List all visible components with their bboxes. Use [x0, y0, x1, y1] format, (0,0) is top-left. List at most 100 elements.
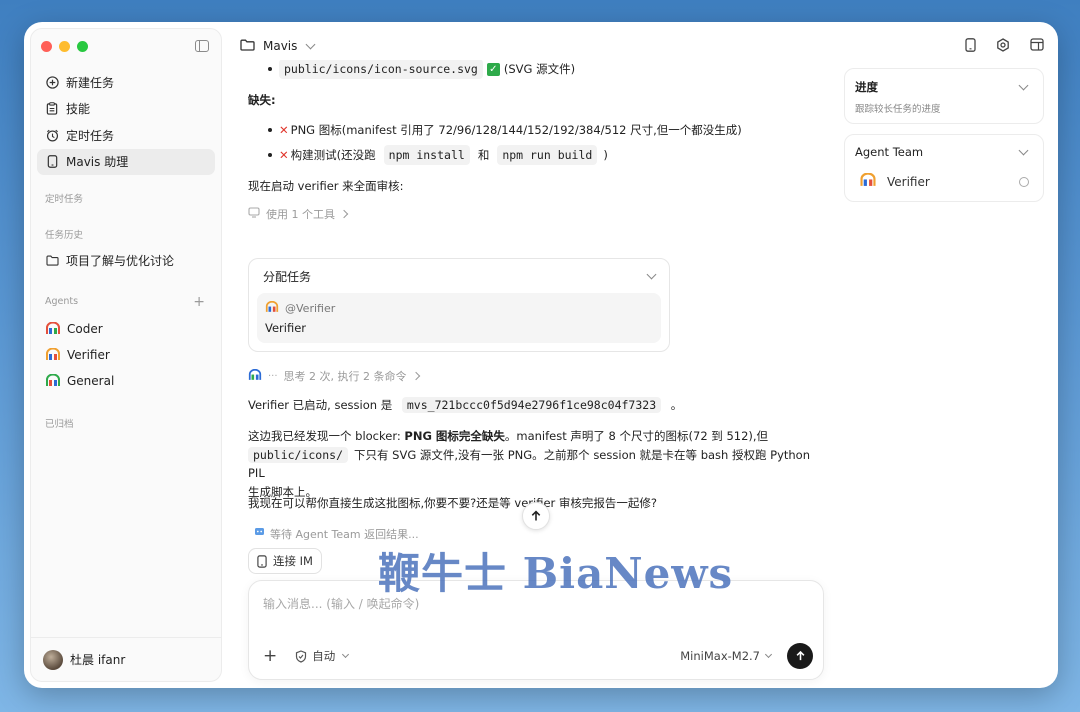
add-agent-icon[interactable]: +	[193, 294, 205, 310]
message-composer[interactable]: 输入消息... (输入 / 唤起命令) + 自动 MiniMax-M2.7	[248, 580, 824, 680]
agent-team-member[interactable]: Verifier	[855, 172, 1033, 190]
code-path: public/icons/	[248, 446, 349, 463]
message-text: Verifier 已启动, session 是 mvs_721bccc0f5d9…	[248, 397, 683, 413]
sidebar-item-skills[interactable]: 技能	[37, 96, 215, 122]
mode-label: 自动	[312, 649, 336, 663]
waiting-status: 等待 Agent Team 返回结果...	[254, 526, 419, 542]
agent-name: General	[67, 373, 115, 388]
agent-team-icon	[254, 527, 265, 542]
missing-label: 缺失:	[248, 93, 276, 107]
message-text: 我现在可以帮你直接生成这批图标,你要不要?还是等 verifier 审核完报告一…	[248, 496, 658, 510]
connect-im-button[interactable]: 连接 IM	[248, 548, 322, 574]
model-selector[interactable]: MiniMax-M2.7	[680, 649, 773, 663]
sidebar-item-label: 技能	[66, 102, 91, 116]
clipboard-icon	[45, 102, 59, 116]
sidebar-item-label: 新建任务	[66, 75, 115, 90]
arrow-up-icon	[531, 510, 541, 521]
close-window-button[interactable]	[41, 41, 52, 52]
agents-section-label: Agents +	[45, 293, 205, 310]
scheduled-section-label: 定时任务	[45, 194, 84, 205]
tool-icon	[248, 207, 260, 221]
agent-team-header[interactable]: Agent Team	[855, 145, 1033, 159]
code-command: npm install	[383, 145, 470, 165]
tools-used-label: 使用 1 个工具	[266, 208, 335, 221]
thinking-summary[interactable]: ··· 思考 2 次, 执行 2 条命令	[248, 368, 420, 384]
agent-team-panel: Agent Team Verifier	[844, 134, 1044, 202]
minimize-window-button[interactable]	[59, 41, 70, 52]
agent-name: Coder	[67, 321, 103, 336]
chevron-down-icon	[1018, 80, 1029, 90]
connect-im-label: 连接 IM	[273, 554, 313, 568]
archived-section-label: 已归档	[45, 418, 74, 430]
session-id: mvs_721bccc0f5d94e2796f1ce98c04f7323	[401, 397, 662, 413]
send-button[interactable]	[787, 643, 813, 669]
sidebar: 新建任务 技能 定时任务 Mavis 助理 定时任务 任务历史 项目了解与优化讨…	[30, 28, 222, 682]
progress-title: 进度	[855, 80, 878, 94]
user-name: 杜晨 ifanr	[70, 653, 126, 667]
chevron-down-icon	[646, 269, 657, 279]
model-label: MiniMax-M2.7	[680, 649, 760, 663]
cross-icon: ✕	[279, 148, 289, 162]
assign-task-detail: @Verifier Verifier	[257, 293, 661, 343]
phone-icon	[257, 554, 267, 568]
agent-item-coder[interactable]: Coder	[37, 316, 215, 342]
app-window: 新建任务 技能 定时任务 Mavis 助理 定时任务 任务历史 项目了解与优化讨…	[24, 22, 1058, 688]
agent-avatar-icon	[859, 172, 877, 190]
user-profile[interactable]: 杜晨 ifanr	[31, 637, 221, 681]
shield-icon	[296, 649, 307, 663]
avatar	[43, 649, 63, 670]
message-input[interactable]: 输入消息... (输入 / 唤起命令)	[263, 595, 419, 612]
scroll-to-top-button[interactable]	[522, 502, 550, 530]
sidebar-nav: 新建任务 技能 定时任务 Mavis 助理 定时任务 任务历史 项目了解与优化讨…	[37, 69, 215, 430]
assign-task-body: Verifier	[265, 321, 307, 335]
agent-team-member-name: Verifier	[887, 174, 930, 189]
add-attachment-icon[interactable]: +	[263, 647, 277, 665]
agent-name: Verifier	[67, 347, 110, 362]
status-circle-icon	[1019, 176, 1029, 187]
agent-item-general[interactable]: General	[37, 368, 215, 394]
agent-team-title: Agent Team	[855, 145, 924, 159]
missing-item-text: PNG 图标(manifest 引用了 72/96/128/144/152/19…	[290, 123, 742, 137]
sidebar-item-label: 定时任务	[66, 128, 115, 143]
history-item[interactable]: 项目了解与优化讨论	[37, 247, 215, 273]
toggle-sidebar-icon[interactable]	[195, 40, 209, 52]
progress-panel: 进度 跟踪较长任务的进度	[844, 68, 1044, 124]
project-selector[interactable]: Mavis	[240, 39, 316, 54]
chevron-down-icon	[764, 650, 773, 659]
waiting-label: 等待 Agent Team 返回结果...	[270, 528, 419, 541]
chevron-right-icon	[411, 371, 420, 381]
history-section-label: 任务历史	[45, 230, 84, 241]
sidebar-item-mavis-assistant[interactable]: Mavis 助理	[37, 148, 215, 175]
chevron-down-icon	[1018, 145, 1029, 155]
phone-icon	[45, 155, 59, 169]
message-paragraph: 这边我已经发现一个 blocker: PNG 图标完全缺失。manifest 声…	[248, 429, 810, 499]
sidebar-item-new-task[interactable]: 新建任务	[37, 69, 215, 95]
window-controls	[41, 41, 88, 52]
message-text: 现在启动 verifier 来全面审核:	[248, 179, 404, 193]
assign-task-card: 分配任务 @Verifier Verifier	[248, 258, 670, 352]
mode-selector[interactable]: 自动	[295, 648, 350, 664]
agent-avatar-icon	[45, 321, 61, 336]
check-icon: ✓	[486, 62, 500, 76]
agent-avatar-icon	[248, 368, 262, 384]
agent-avatar-icon	[265, 300, 279, 316]
list-item: ✕ 构建测试(还没跑 npm install 和 npm run build )	[248, 145, 608, 165]
progress-panel-header[interactable]: 进度	[855, 79, 1033, 95]
arrow-up-icon	[796, 650, 804, 661]
chevron-right-icon	[339, 209, 349, 219]
settings-icon[interactable]	[996, 37, 1010, 55]
thinking-label: 思考 2 次, 执行 2 条命令	[283, 370, 407, 383]
folder-icon	[45, 253, 59, 267]
toggle-panel-icon[interactable]	[1030, 38, 1044, 54]
agent-avatar-icon	[45, 373, 61, 388]
sidebar-item-scheduled[interactable]: 定时任务	[37, 122, 215, 148]
agent-item-verifier[interactable]: Verifier	[37, 342, 215, 368]
agent-avatar-icon	[45, 347, 61, 362]
agent-mention: @Verifier	[285, 302, 336, 315]
code-command: npm run build	[497, 145, 598, 165]
phone-icon[interactable]	[965, 37, 976, 55]
chevron-down-icon	[305, 39, 316, 49]
assign-task-header[interactable]: 分配任务	[249, 259, 669, 293]
maximize-window-button[interactable]	[77, 41, 88, 52]
tools-used-toggle[interactable]: 使用 1 个工具	[248, 206, 349, 222]
